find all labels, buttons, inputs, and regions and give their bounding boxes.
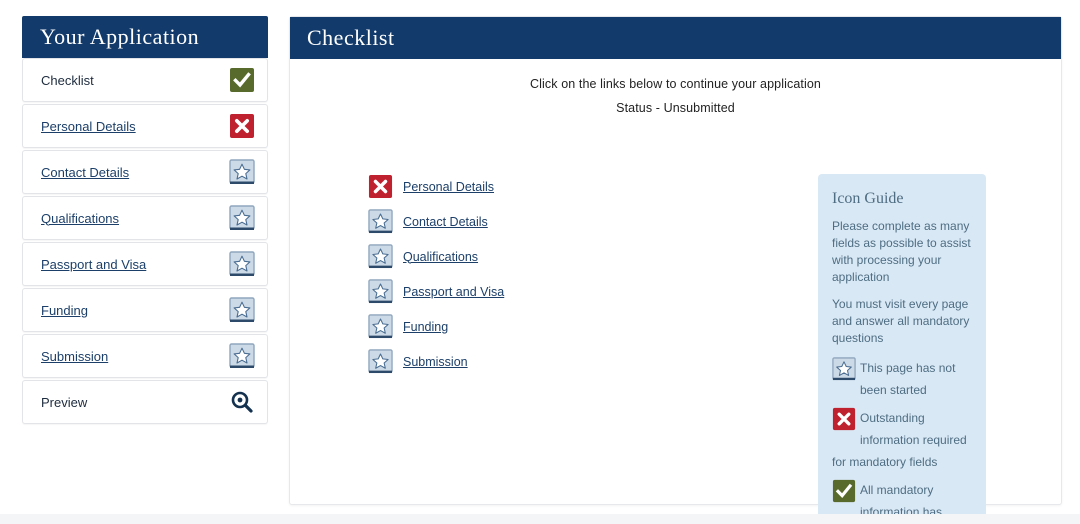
sidebar-item-label: Checklist bbox=[41, 72, 94, 88]
sidebar-item-qualifications[interactable]: Qualifications bbox=[22, 196, 268, 240]
sidebar-item-label: Personal Details bbox=[41, 118, 136, 134]
star-icon bbox=[368, 314, 393, 339]
checklist-item-passport-and-visa[interactable]: Passport and Visa bbox=[368, 274, 504, 309]
sidebar-item-checklist[interactable]: Checklist bbox=[22, 58, 268, 102]
cross-icon bbox=[368, 174, 393, 199]
sidebar-item-preview[interactable]: Preview bbox=[22, 380, 268, 424]
checklist-item-qualifications[interactable]: Qualifications bbox=[368, 239, 504, 274]
icon-guide-entry: Outstanding information required for man… bbox=[832, 407, 972, 473]
intro-text: Click on the links below to continue you… bbox=[530, 77, 821, 91]
main-panel: Checklist Click on the links below to co… bbox=[289, 16, 1062, 524]
checklist-links: Personal Details Contact Details Qualifica… bbox=[368, 169, 504, 379]
star-icon bbox=[368, 349, 393, 374]
star-icon bbox=[832, 357, 856, 381]
checklist-item-label[interactable]: Contact Details bbox=[403, 215, 488, 229]
checklist-item-funding[interactable]: Funding bbox=[368, 309, 504, 344]
star-icon bbox=[229, 343, 255, 369]
sidebar-item-passport-and-visa[interactable]: Passport and Visa bbox=[22, 242, 268, 286]
main-panel-title: Checklist bbox=[290, 17, 1061, 59]
check-icon bbox=[832, 479, 856, 503]
sidebar-item-personal-details[interactable]: Personal Details bbox=[22, 104, 268, 148]
icon-guide-paragraphs: Please complete as many fields as possib… bbox=[832, 218, 972, 347]
bottom-strip bbox=[0, 514, 1080, 524]
cross-icon bbox=[832, 407, 856, 431]
checklist-item-personal-details[interactable]: Personal Details bbox=[368, 169, 504, 204]
page-root: Your Application Checklist Personal Detai… bbox=[0, 0, 1080, 524]
checklist-item-label[interactable]: Submission bbox=[403, 355, 468, 369]
checklist-item-contact-details[interactable]: Contact Details bbox=[368, 204, 504, 239]
sidebar-item-label: Passport and Visa bbox=[41, 256, 147, 272]
icon-guide-entries: This page has not been started Outstandin… bbox=[832, 357, 972, 524]
sidebar: Your Application Checklist Personal Detai… bbox=[22, 16, 268, 426]
sidebar-item-funding[interactable]: Funding bbox=[22, 288, 268, 332]
star-icon bbox=[368, 209, 393, 234]
sidebar-item-label: Submission bbox=[41, 348, 109, 364]
check-icon bbox=[229, 67, 255, 93]
sidebar-item-submission[interactable]: Submission bbox=[22, 334, 268, 378]
sidebar-item-list: Checklist Personal Details Contact Details… bbox=[22, 58, 268, 424]
checklist-item-label[interactable]: Personal Details bbox=[403, 180, 494, 194]
icon-guide-entry: This page has not been started bbox=[832, 357, 972, 401]
cross-icon bbox=[229, 113, 255, 139]
magnifier-icon bbox=[229, 389, 255, 415]
sidebar-title: Your Application bbox=[22, 16, 268, 58]
sidebar-item-contact-details[interactable]: Contact Details bbox=[22, 150, 268, 194]
star-icon bbox=[368, 244, 393, 269]
main-panel-body: Click on the links below to continue you… bbox=[290, 59, 1061, 524]
sidebar-item-label: Funding bbox=[41, 302, 88, 318]
icon-guide-panel: Icon Guide Please complete as many field… bbox=[818, 174, 986, 524]
icon-guide-paragraph: Please complete as many fields as possib… bbox=[832, 219, 971, 284]
checklist-item-label[interactable]: Passport and Visa bbox=[403, 285, 504, 299]
sidebar-item-label: Qualifications bbox=[41, 210, 120, 226]
icon-guide-paragraph: You must visit every page and answer all… bbox=[832, 297, 970, 345]
checklist-item-label[interactable]: Qualifications bbox=[403, 250, 478, 264]
icon-guide-title: Icon Guide bbox=[832, 190, 904, 207]
star-icon bbox=[229, 297, 255, 323]
star-icon bbox=[368, 279, 393, 304]
checklist-item-submission[interactable]: Submission bbox=[368, 344, 504, 379]
checklist-item-label[interactable]: Funding bbox=[403, 320, 448, 334]
icon-guide-entry-text: This page has not been started bbox=[860, 361, 956, 397]
sidebar-item-label: Preview bbox=[41, 394, 88, 410]
star-icon bbox=[229, 205, 255, 231]
star-icon bbox=[229, 251, 255, 277]
status-text: Status - Unsubmitted bbox=[616, 101, 735, 115]
star-icon bbox=[229, 159, 255, 185]
sidebar-item-label: Contact Details bbox=[41, 164, 130, 180]
